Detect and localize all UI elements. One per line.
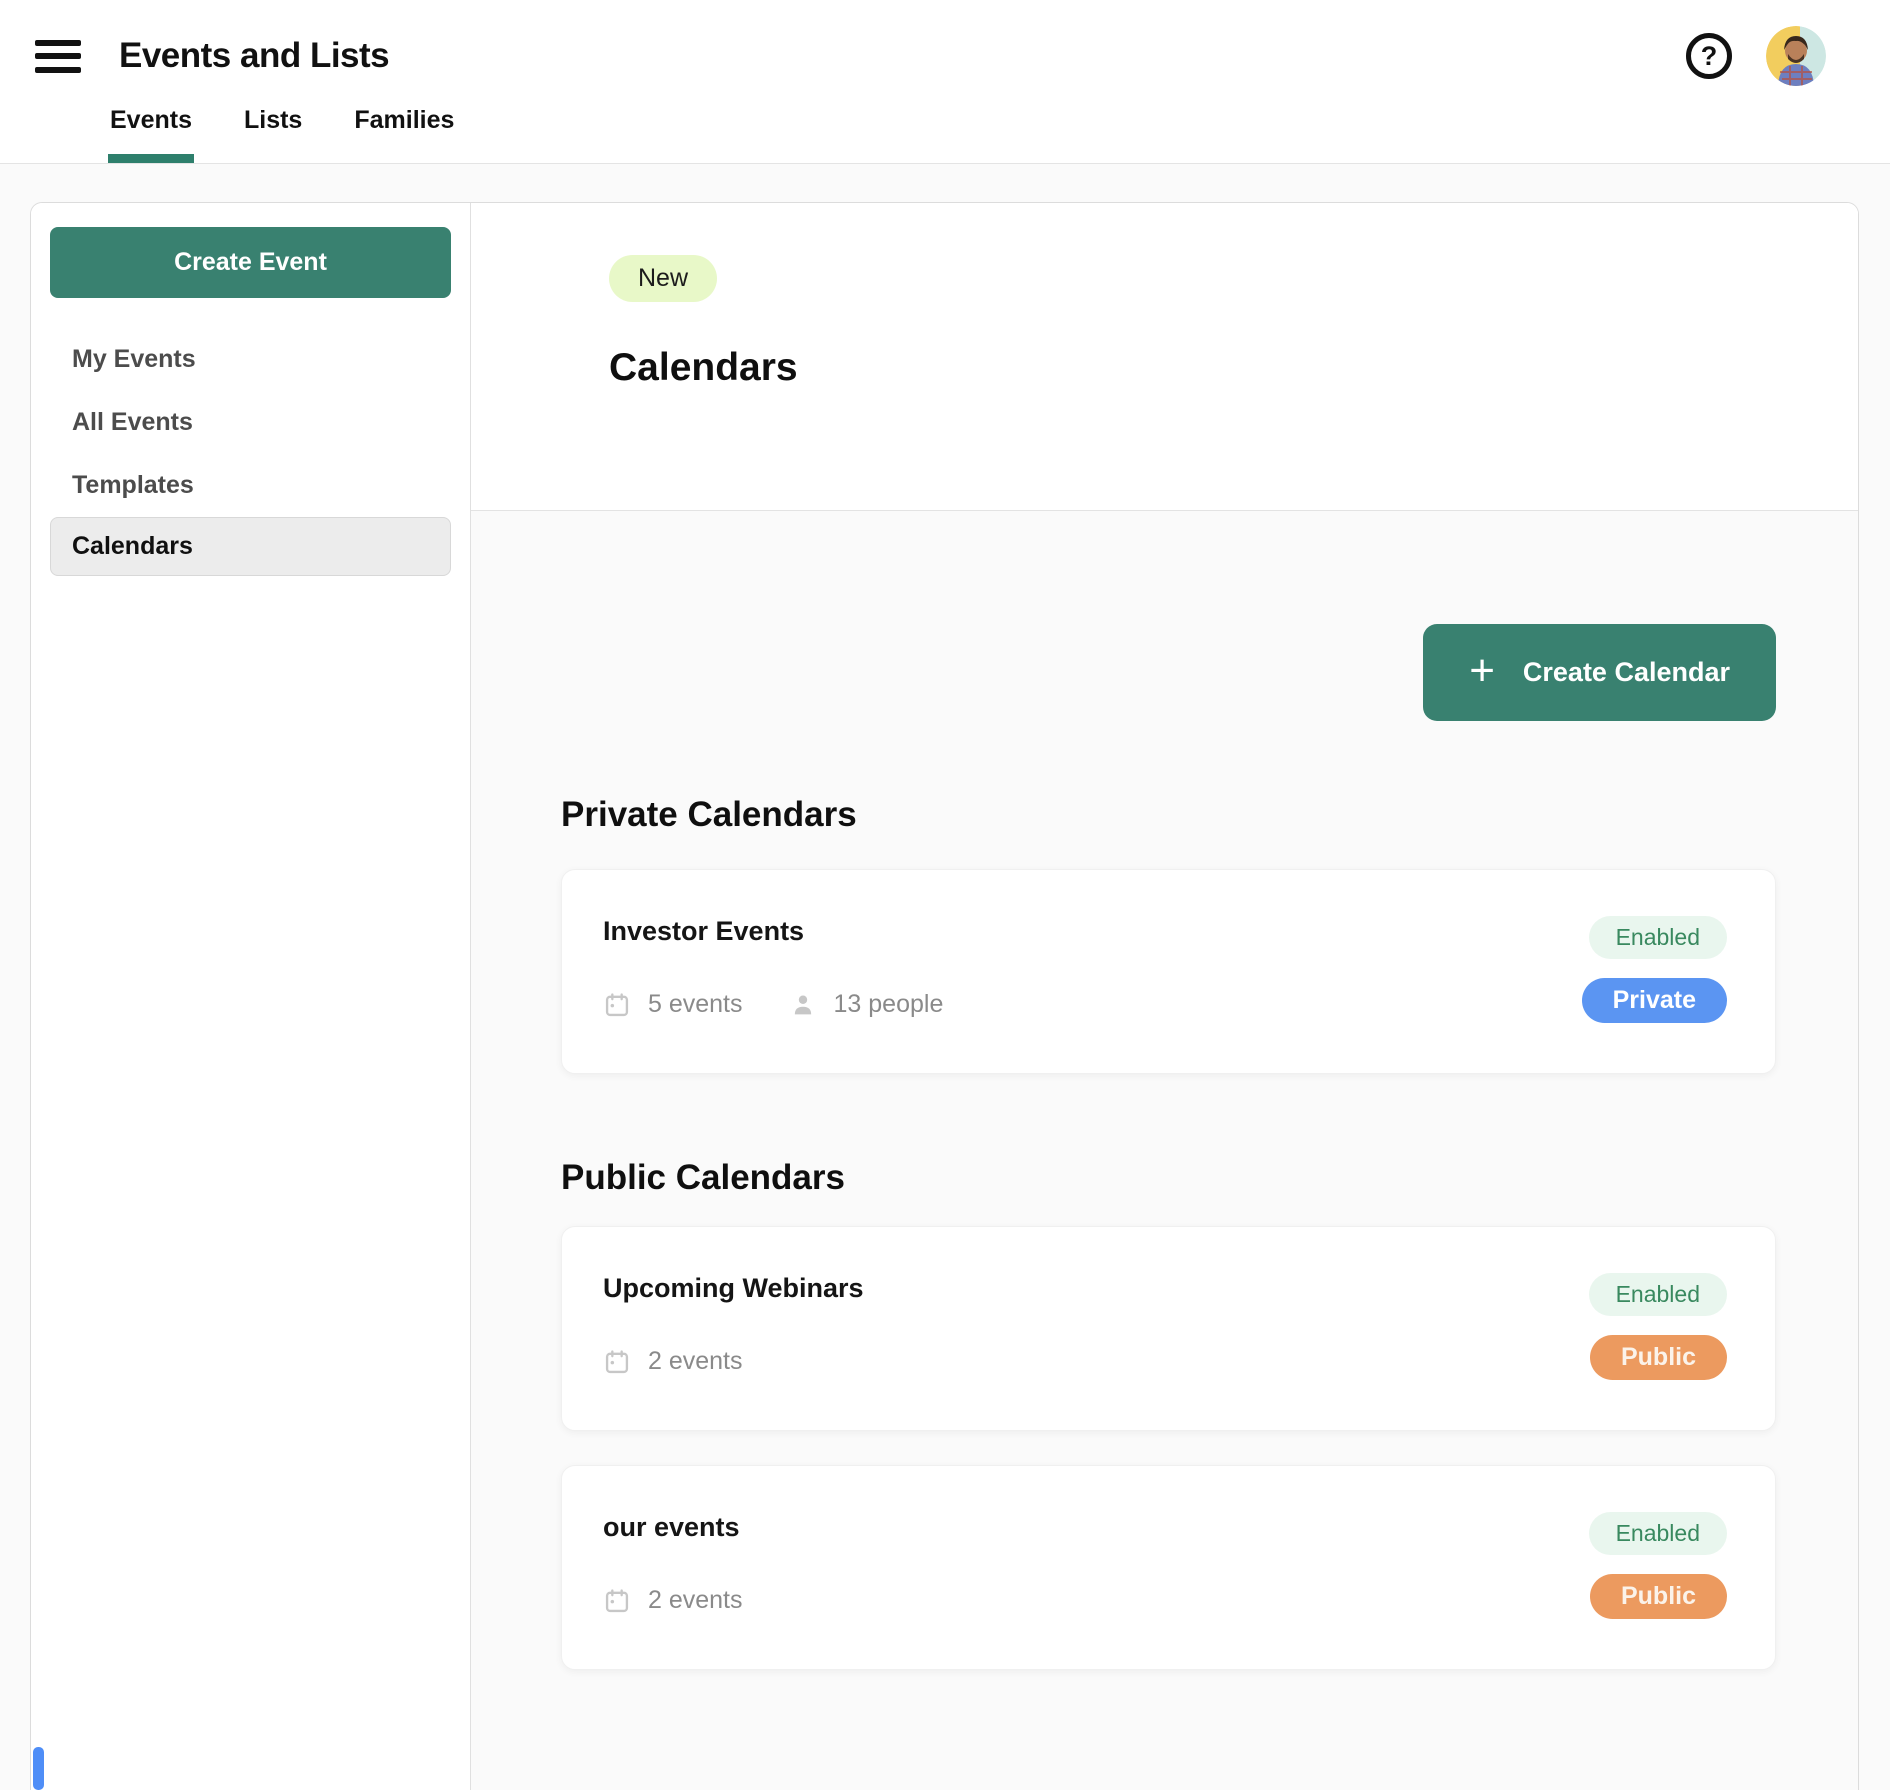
card-title: our events	[603, 1512, 743, 1543]
card-title: Investor Events	[603, 916, 943, 947]
page-title: Calendars	[609, 346, 1818, 390]
private-calendars-heading: Private Calendars	[561, 795, 1776, 835]
content-panel: Create Event My Events All Events Templa…	[30, 202, 1859, 1790]
avatar-photo	[1766, 26, 1826, 86]
calendar-card-our-events[interactable]: our events 2 events	[561, 1465, 1776, 1670]
status-badge-enabled: Enabled	[1589, 916, 1727, 959]
sidebar-item-my-events[interactable]: My Events	[50, 328, 451, 391]
toolbar: + Create Calendar	[561, 624, 1776, 721]
primary-tabs: Events Lists Families	[108, 100, 1826, 163]
people-count: 13 people	[834, 990, 944, 1019]
create-calendar-label: Create Calendar	[1523, 657, 1730, 688]
calendar-card-investor-events[interactable]: Investor Events 5 event	[561, 869, 1776, 1074]
sidebar-item-templates[interactable]: Templates	[50, 454, 451, 517]
public-calendars-heading: Public Calendars	[561, 1158, 1776, 1198]
tab-events[interactable]: Events	[108, 100, 194, 163]
calendar-icon	[603, 1587, 631, 1615]
create-event-button[interactable]: Create Event	[50, 227, 451, 298]
avatar[interactable]	[1766, 26, 1826, 86]
status-badge-enabled: Enabled	[1589, 1273, 1727, 1316]
events-count: 2 events	[648, 1586, 743, 1615]
plus-icon: +	[1469, 649, 1495, 693]
person-icon	[789, 991, 817, 1019]
sidebar: Create Event My Events All Events Templa…	[31, 203, 471, 1790]
calendars-list-area: + Create Calendar Private Calendars Inve…	[471, 511, 1858, 1790]
app-title: Events and Lists	[119, 36, 389, 76]
calendar-card-upcoming-webinars[interactable]: Upcoming Webinars 2 eve	[561, 1226, 1776, 1431]
tab-lists[interactable]: Lists	[242, 100, 304, 163]
help-icon[interactable]: ?	[1686, 33, 1732, 79]
main-content: New Calendars + Create Calendar Private …	[471, 203, 1858, 1790]
calendar-icon	[603, 991, 631, 1019]
app-header: Events and Lists ?	[0, 0, 1890, 164]
page-header-area: New Calendars	[471, 203, 1858, 511]
page-body: Create Event My Events All Events Templa…	[0, 164, 1890, 1790]
new-badge: New	[609, 255, 717, 302]
card-left: our events 2 events	[603, 1512, 743, 1669]
events-count: 5 events	[648, 990, 743, 1019]
visibility-badge-private: Private	[1582, 978, 1727, 1023]
visibility-badge-public: Public	[1590, 1574, 1727, 1619]
hamburger-menu-icon[interactable]	[35, 40, 81, 73]
card-left: Investor Events 5 event	[603, 916, 943, 1073]
scrollbar-thumb[interactable]	[33, 1747, 44, 1790]
calendar-icon	[603, 1348, 631, 1376]
visibility-badge-public: Public	[1590, 1335, 1727, 1380]
events-count: 2 events	[648, 1347, 743, 1376]
create-calendar-button[interactable]: + Create Calendar	[1423, 624, 1776, 721]
card-title: Upcoming Webinars	[603, 1273, 864, 1304]
card-left: Upcoming Webinars 2 eve	[603, 1273, 864, 1430]
status-badge-enabled: Enabled	[1589, 1512, 1727, 1555]
tab-families[interactable]: Families	[352, 100, 456, 163]
sidebar-item-all-events[interactable]: All Events	[50, 391, 451, 454]
sidebar-item-calendars[interactable]: Calendars	[50, 517, 451, 576]
